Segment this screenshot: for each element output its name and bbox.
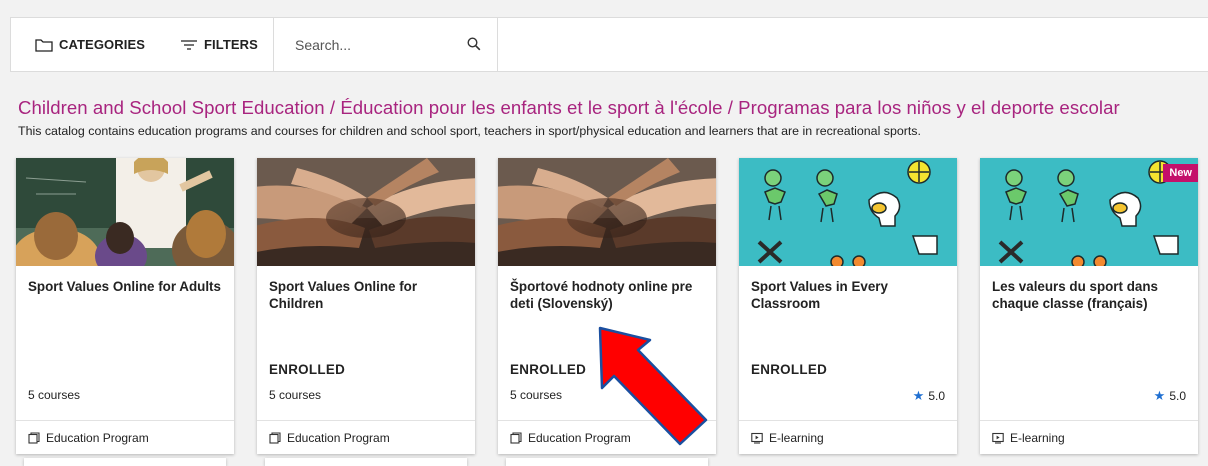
catalog-description: This catalog contains education programs… <box>18 124 921 138</box>
rating-value: 5.0 <box>1169 389 1186 403</box>
categories-button[interactable]: CATEGORIES <box>35 18 145 71</box>
card-type-label: Education Program <box>287 430 390 445</box>
card-title[interactable]: Sport Values in Every Classroom <box>751 278 945 312</box>
course-count: 5 courses <box>510 388 563 402</box>
toolbar-divider <box>273 18 274 71</box>
course-count: 5 courses <box>269 388 322 402</box>
course-card[interactable]: Sport Values Online for Adults 5 courses… <box>16 158 234 454</box>
stacked-hands-photo <box>498 158 716 266</box>
new-badge: New <box>1163 164 1198 182</box>
filters-label: FILTERS <box>204 37 258 52</box>
program-icon <box>28 431 40 444</box>
folder-icon <box>35 38 53 52</box>
search-icon[interactable] <box>467 37 481 56</box>
card-type: Education Program <box>16 420 234 454</box>
catalog-title: Children and School Sport Education / Éd… <box>18 97 1120 118</box>
program-icon <box>510 431 522 444</box>
enrolled-status: ENROLLED <box>510 362 587 377</box>
card-title[interactable]: Sport Values Online for Children <box>269 278 463 312</box>
elearning-icon <box>992 432 1004 444</box>
rating-value: 5.0 <box>928 389 945 403</box>
catalog-toolbar: CATEGORIES FILTERS <box>10 17 1208 72</box>
star-icon: ★ <box>912 388 925 403</box>
card-type-label: E-learning <box>769 430 824 445</box>
rating: ★ 5.0 <box>913 388 945 404</box>
sport-values-illustration <box>739 158 957 266</box>
toolbar-divider <box>497 18 498 71</box>
course-card[interactable]: Sport Values in Every Classroom ENROLLED… <box>739 158 957 454</box>
course-card[interactable]: New Les valeurs du sport dans chaque cla… <box>980 158 1198 454</box>
card-stub <box>265 458 467 466</box>
classroom-photo <box>16 158 234 266</box>
card-type-label: Education Program <box>46 430 149 445</box>
course-card[interactable]: Sport Values Online for Children ENROLLE… <box>257 158 475 454</box>
enrolled-status: ENROLLED <box>269 362 346 377</box>
sport-values-illustration: New <box>980 158 1198 266</box>
search-box <box>283 18 497 71</box>
enrolled-status: ENROLLED <box>751 362 828 377</box>
stacked-hands-photo <box>257 158 475 266</box>
card-type: E-learning <box>980 420 1198 454</box>
star-icon: ★ <box>1153 388 1166 403</box>
card-title[interactable]: Športové hodnoty online pre deti (Sloven… <box>510 278 704 312</box>
card-title[interactable]: Les valeurs du sport dans chaque classe … <box>992 278 1186 312</box>
card-title[interactable]: Sport Values Online for Adults <box>28 278 222 295</box>
card-type: E-learning <box>739 420 957 454</box>
rating: ★ 5.0 <box>1154 388 1186 404</box>
filter-icon <box>180 39 198 51</box>
categories-label: CATEGORIES <box>59 37 145 52</box>
filters-button[interactable]: FILTERS <box>180 18 258 71</box>
red-arrow-annotation <box>598 326 708 446</box>
course-count: 5 courses <box>28 388 81 402</box>
card-type-label: E-learning <box>1010 430 1065 445</box>
elearning-icon <box>751 432 763 444</box>
card-stub <box>24 458 226 466</box>
card-type: Education Program <box>257 420 475 454</box>
search-input[interactable] <box>293 32 457 58</box>
program-icon <box>269 431 281 444</box>
